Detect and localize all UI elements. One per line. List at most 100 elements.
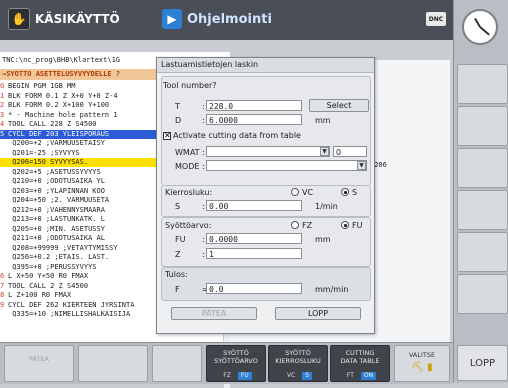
t-label: T — [175, 102, 180, 111]
mode-programming-label: Ohjelmointi — [187, 11, 272, 27]
mode-programming[interactable]: ▶ Ohjelmointi — [162, 8, 272, 30]
clock-icon — [462, 9, 498, 45]
mode-manual-label: KÄSIKÄYTTÖ — [35, 12, 120, 26]
line-number: 9 — [0, 300, 5, 309]
line-text: Q204=+50 ;2. VARMUUSETA — [8, 196, 110, 204]
cutting-data-table-softkey[interactable]: CUTTING DATA TABLE FT ON — [330, 345, 390, 382]
right-softkey-4[interactable] — [457, 190, 508, 230]
line-text: TOOL CALL 2 Z S4500 — [8, 281, 89, 290]
s-field[interactable]: 0.00 — [206, 200, 302, 211]
program-icon: ▶ — [162, 9, 182, 29]
speed-softkey[interactable]: SYÖTTÖ KIERROSLUKU VC S — [268, 345, 328, 382]
right-softkey-2[interactable] — [457, 106, 508, 146]
select-tool-icon: ⛏ ▮ — [411, 362, 433, 373]
fz-radio-label: FZ — [302, 221, 313, 230]
line-number: 8 — [0, 291, 5, 299]
feed-softkey[interactable]: SYÖTTÖ SYÖTTÖARVO FZ FU — [206, 345, 266, 382]
vc-radio[interactable] — [291, 188, 299, 196]
s-radio-label: S — [352, 188, 358, 197]
dnc-icon[interactable]: DNC — [426, 12, 446, 26]
empty-softkey-3[interactable] — [152, 345, 202, 382]
line-text: Q212=+0 ;VAHENNYSMAARA — [8, 205, 105, 214]
line-number: 6 — [0, 272, 5, 280]
t-field[interactable]: 228.0 — [206, 100, 302, 111]
hand-icon: ✋ — [8, 8, 30, 30]
z-field[interactable]: 1 — [206, 248, 302, 259]
line-number: 1 — [0, 91, 5, 100]
fu-radio-label: FU — [352, 221, 363, 230]
line-text: Q395=+0 ;PERUSSYVYYS — [8, 262, 97, 271]
wmat-number-field[interactable]: 0 — [333, 146, 367, 157]
line-text: L Z+100 R0 FMAX — [8, 291, 72, 299]
line-text: * - Machine hole pattern 1 — [8, 110, 118, 119]
z-label: Z — [175, 250, 181, 259]
fu-label: FU — [175, 235, 186, 244]
d-label: D — [175, 116, 182, 125]
line-text: Q256=+0.2 ;ETAIS. LAST. — [8, 253, 110, 261]
line-number: 0 — [0, 82, 5, 90]
line-text: Q335=+10 ;NIMELLISHALKAISIJA — [8, 310, 131, 318]
s-radio[interactable] — [341, 188, 349, 196]
f-field: 0.0 — [206, 283, 302, 294]
fz-radio[interactable] — [291, 221, 299, 229]
close-button[interactable]: LOPP — [275, 307, 361, 320]
line-number: 3 — [0, 110, 5, 119]
valitse-softkey[interactable]: VALITSE ⛏ ▮ — [394, 345, 450, 382]
line-number: 5 — [0, 129, 5, 138]
mode-manual[interactable]: ✋ KÄSIKÄYTTÖ — [8, 8, 120, 30]
line-text: Q205=+0 ;MIN. ASETUSSY — [8, 224, 105, 233]
select-button[interactable]: Select — [309, 99, 369, 112]
activate-checkbox[interactable]: ✕ — [163, 132, 171, 140]
line-text: CYCL DEF 203 YLEISPORAUS — [8, 129, 110, 138]
speed-title: Kierrosluku: — [165, 188, 213, 197]
program-path: TNC:\nc_prog\BHB\Klartext\1G — [2, 56, 121, 64]
cutting-data-calculator-dialog: Lastuamistietojen laskin Tool number? T … — [156, 57, 375, 334]
line-text: BLK FORM 0.1 Z X+0 Y+0 Z-4 — [8, 91, 118, 100]
fu-field[interactable]: 0.0000 — [206, 233, 302, 244]
top-bar: ✋ KÄSIKÄYTTÖ ▶ Ohjelmointi DNC — [0, 0, 453, 40]
right-softkey-6[interactable] — [457, 274, 508, 314]
mode-select[interactable] — [206, 160, 367, 171]
fu-unit: mm — [315, 235, 331, 244]
f-label: F — [175, 285, 180, 294]
patea-softkey[interactable]: PÄTEA — [4, 345, 74, 382]
mode-chevron-down-icon[interactable]: ▼ — [357, 161, 366, 170]
wmat-chevron-down-icon[interactable]: ▼ — [320, 147, 329, 156]
line-text: Q213=+0 ;LASTUNKATK. L — [8, 215, 105, 223]
right-softkey-5[interactable] — [457, 232, 508, 272]
line-text: Q202=+5 ;ASETUSSYVYYS — [8, 167, 101, 176]
line-text: Q208=+99999 ;VETAYTYMISSY — [8, 243, 118, 252]
d-unit: mm — [315, 116, 331, 125]
result-title: Tulos: — [165, 270, 188, 279]
line-number: 7 — [0, 281, 5, 290]
activate-label: Activate cutting data from table — [173, 131, 301, 140]
line-text: Q203=+0 ;YLAPINNAN KOO — [8, 186, 105, 195]
wmat-label: WMAT — [175, 148, 200, 157]
s-label: S — [175, 202, 181, 211]
line-text: TOOL CALL 228 Z S4500 — [8, 120, 97, 128]
dialog-titlebar: Lastuamistietojen laskin — [157, 58, 374, 73]
line-text: Q200=+2 ;VARMUUSETAISY — [8, 139, 105, 147]
bottom-softkey-bar: PÄTEA SYÖTTÖ SYÖTTÖARVO FZ FU SYÖTTÖ KIER… — [0, 342, 453, 384]
vc-radio-label: VC — [302, 188, 314, 197]
mode-label: MODE — [175, 162, 200, 171]
line-text: Q206=150 SYVYYSAS. — [8, 158, 89, 166]
fu-radio[interactable] — [341, 221, 349, 229]
empty-softkey-2[interactable] — [78, 345, 148, 382]
line-number: 2 — [0, 101, 5, 109]
f-unit: mm/min — [315, 285, 349, 294]
line-text: BEGIN PGM 1GB MM — [8, 82, 76, 90]
wmat-select[interactable] — [206, 146, 330, 157]
right-softkey-3[interactable] — [457, 148, 508, 188]
tool-number-label: Tool number? — [163, 81, 217, 90]
feed-title: Syöttöarvo: — [165, 221, 212, 230]
right-softkey-bar: LOPP — [453, 0, 508, 383]
line-text: Q211=+0 ;ODOTUSAIKA AL — [8, 234, 105, 242]
line-text: BLK FORM 0.2 X+100 Y+100 — [8, 101, 110, 109]
right-softkey-1[interactable] — [457, 64, 508, 104]
s-unit: 1/min — [315, 202, 338, 211]
apply-button[interactable]: PÄTEA — [171, 307, 257, 320]
line-number: 4 — [0, 120, 5, 128]
d-field[interactable]: 6.0000 — [206, 114, 302, 125]
lopp-softkey[interactable]: LOPP — [457, 345, 508, 381]
